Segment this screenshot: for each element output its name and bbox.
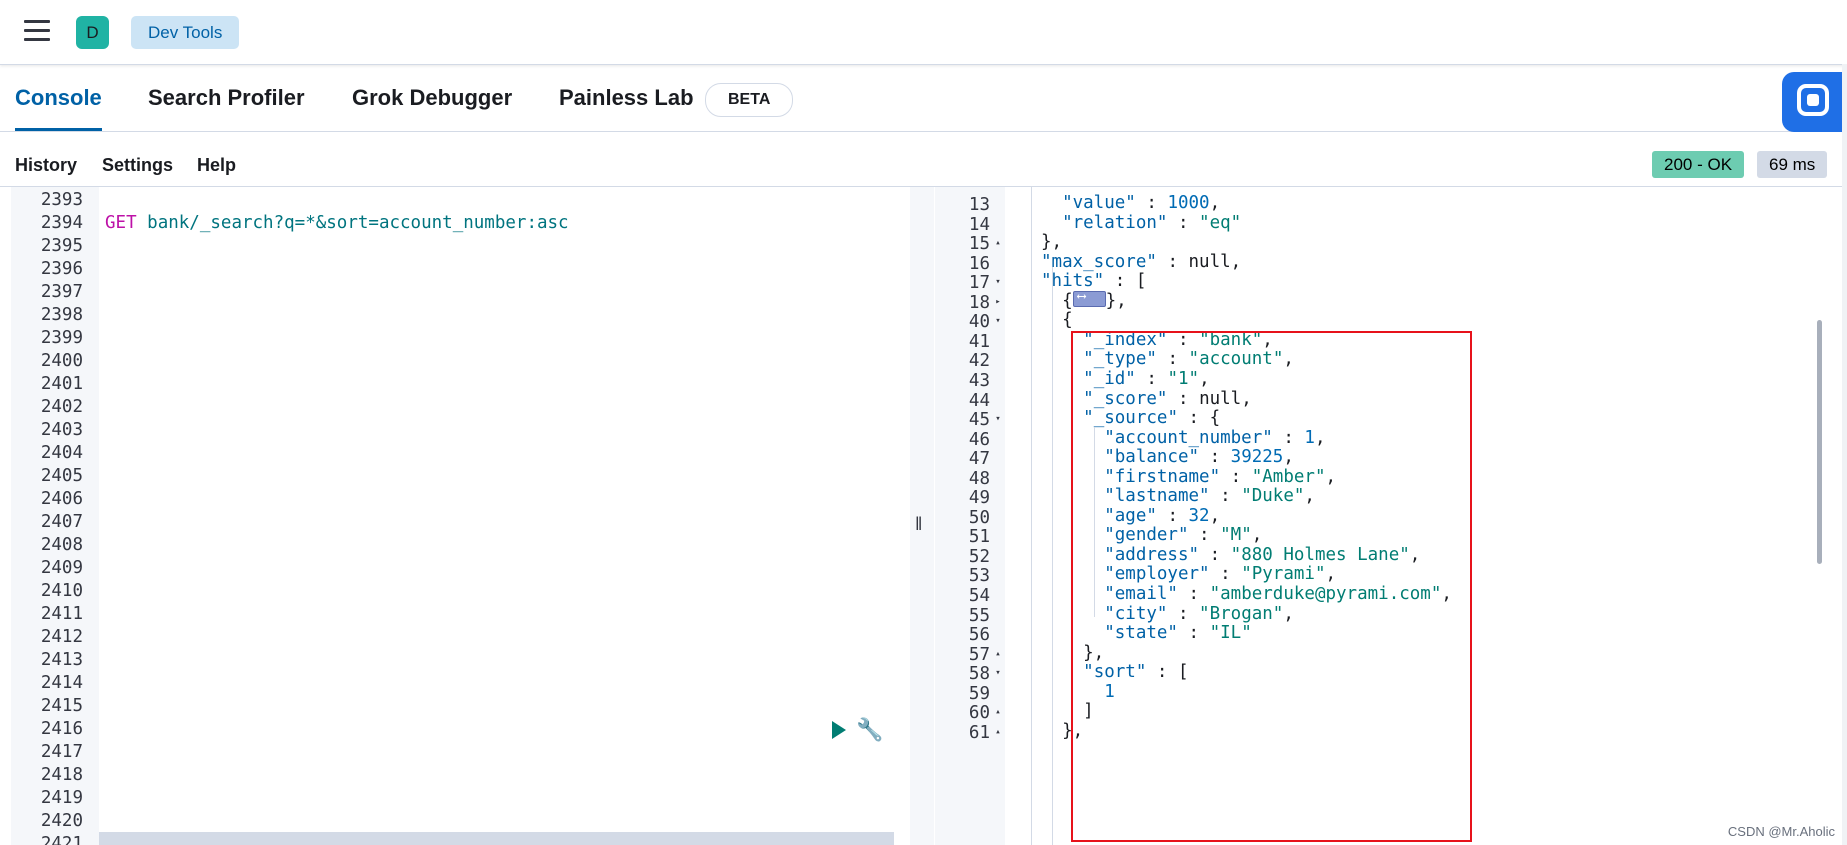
line-number: 2407 <box>40 512 83 532</box>
hamburger-icon[interactable] <box>24 20 50 42</box>
request-gutter: 2393 2394 2395 2396 2397 2398 2399 2400 2401 2402… <box>11 187 99 845</box>
wrench-icon[interactable]: 🔧 <box>856 717 883 743</box>
indent-guide <box>1031 187 1032 845</box>
send-request-icon[interactable] <box>832 721 846 739</box>
breadcrumb-dev-tools[interactable]: Dev Tools <box>131 16 240 49</box>
tab-search-profiler[interactable]: Search Profiler <box>148 65 305 131</box>
line-number: 2413 <box>40 650 83 670</box>
fold-toggle-icon[interactable]: ▴ <box>993 649 1003 659</box>
space-avatar[interactable]: D <box>76 16 109 49</box>
line-number: 2400 <box>40 351 83 371</box>
beta-badge: BETA <box>705 83 794 117</box>
resize-grip-icon: ‖ <box>915 514 923 534</box>
top-header: D Dev Tools <box>0 0 1847 65</box>
watermark: CSDN @Mr.Aholic <box>1727 824 1835 839</box>
fold-toggle-icon[interactable]: ▴ <box>993 238 1003 248</box>
fold-toggle-icon[interactable]: ▾ <box>993 316 1003 326</box>
devtools-tabs: Console Search Profiler Grok Debugger Pa… <box>0 65 1847 132</box>
fold-toggle-icon[interactable]: ▾ <box>993 668 1003 678</box>
window-edge <box>1842 64 1847 845</box>
fold-toggle-icon[interactable]: ▴ <box>993 707 1003 717</box>
line-number: 2405 <box>40 466 83 486</box>
collapsed-object-icon[interactable] <box>1072 287 1106 307</box>
line-number: 2393 <box>40 190 83 210</box>
line-number: 2395 <box>40 236 83 256</box>
assistant-button[interactable] <box>1782 72 1847 132</box>
response-scrollbar[interactable] <box>1817 320 1822 564</box>
line-number: 2412 <box>40 627 83 647</box>
line-number: 61 <box>968 722 990 743</box>
fold-toggle-icon[interactable]: ▸ <box>993 297 1003 307</box>
line-number: 2399 <box>40 328 83 348</box>
line-number: 2401 <box>40 374 83 394</box>
line-number: 2410 <box>40 581 83 601</box>
line-number: 2417 <box>40 742 83 762</box>
line-number: 2415 <box>40 696 83 716</box>
line-number: 2420 <box>40 811 83 831</box>
line-number: 2408 <box>40 535 83 555</box>
line-number: 2404 <box>40 443 83 463</box>
line-number: 2414 <box>40 673 83 693</box>
request-editor[interactable]: 2393 2394 2395 2396 2397 2398 2399 2400 2401 2402… <box>11 187 909 845</box>
response-line[interactable]: "relation" : "eq" <box>1041 213 1241 237</box>
indent-guide <box>1072 387 1073 717</box>
response-viewer[interactable]: 13 14 15 16 17 18 40 41 42 43 44 45 46 47 48 49 50 51 52 53… <box>935 187 1847 845</box>
line-number: 2416 <box>40 719 83 739</box>
fold-toggle-icon[interactable]: ▾ <box>993 277 1003 287</box>
current-line-highlight <box>99 832 894 845</box>
tab-painless-lab[interactable]: Painless Lab <box>559 65 694 131</box>
line-number: 2402 <box>40 397 83 417</box>
indent-guide <box>1094 427 1095 617</box>
line-number: 2419 <box>40 788 83 808</box>
timing-badge: 69 ms <box>1757 151 1828 178</box>
fold-toggle-icon[interactable]: ▾ <box>993 414 1003 424</box>
response-line[interactable]: }, <box>1041 721 1083 745</box>
pane-resizer[interactable]: ‖ <box>910 187 934 845</box>
request-line[interactable]: GET bank/_search?q=*&sort=account_number… <box>105 212 569 235</box>
console-toolbar: History Settings Help <box>0 132 1847 187</box>
line-number: 2409 <box>40 558 83 578</box>
request-method: GET <box>105 213 137 233</box>
status-badge: 200 - OK <box>1652 151 1745 178</box>
tab-grok-debugger[interactable]: Grok Debugger <box>352 65 512 131</box>
request-url: bank/_search?q=*&sort=account_number:asc <box>147 213 569 233</box>
line-number: 2397 <box>40 282 83 302</box>
line-number: 2396 <box>40 259 83 279</box>
line-number: 2403 <box>40 420 83 440</box>
line-number: 2411 <box>40 604 83 624</box>
line-number: 2421 <box>40 834 83 845</box>
line-number: 2418 <box>40 765 83 785</box>
tab-console[interactable]: Console <box>15 65 102 131</box>
line-number: 2406 <box>40 489 83 509</box>
indent-guide <box>1052 267 1053 845</box>
assistant-icon <box>1797 84 1829 116</box>
line-number: 2394 <box>40 213 83 233</box>
line-number: 2398 <box>40 305 83 325</box>
fold-toggle-icon[interactable]: ▴ <box>993 727 1003 737</box>
